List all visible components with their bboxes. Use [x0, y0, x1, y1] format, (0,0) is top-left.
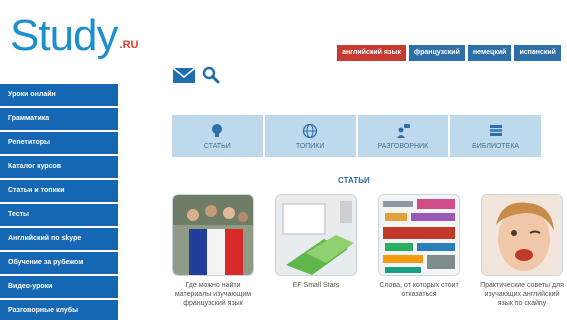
page: Study .RU английский язык французский не…: [0, 0, 567, 320]
article-card[interactable]: EF Small Stars: [275, 194, 357, 308]
sidebar-item-video-lessons[interactable]: Видео-уроки: [0, 276, 118, 298]
sidebar-item-study-abroad[interactable]: Обучение за рубежом: [0, 252, 118, 274]
logo-text: Study: [10, 11, 119, 60]
category-label: СТАТЬИ: [203, 142, 231, 150]
lang-tab-german[interactable]: немецкий: [467, 45, 512, 61]
logo-suffix: .RU: [119, 39, 139, 51]
article-card[interactable]: Слова, от которых стоит отказаться: [378, 194, 460, 308]
sidebar-item-english-skype[interactable]: Английский по skype: [0, 228, 118, 250]
sidebar-nav: Уроки онлайн Грамматика Репетиторы Катал…: [0, 84, 118, 320]
category-phrasebook[interactable]: РАЗГОВОРНИК: [357, 115, 449, 157]
header-icons: [172, 66, 220, 84]
lang-tab-spanish[interactable]: испанский: [514, 45, 561, 61]
category-label: РАЗГОВОРНИК: [377, 142, 429, 150]
search-icon[interactable]: [202, 66, 220, 84]
category-label: ТОПИКИ: [295, 142, 325, 150]
sidebar-item-tutors[interactable]: Репетиторы: [0, 132, 118, 154]
sidebar-item-course-catalog[interactable]: Каталог курсов: [0, 156, 118, 178]
article-title: Где можно найти материалы изучающим фран…: [174, 282, 252, 307]
article-card[interactable]: Практические советы для изучающих англий…: [480, 194, 564, 308]
article-title: Слова, от которых стоит отказаться: [379, 282, 459, 298]
article-title: EF Small Stars: [292, 282, 340, 289]
books-icon: [488, 123, 504, 139]
sidebar-item-grammar[interactable]: Грамматика: [0, 108, 118, 130]
category-library[interactable]: БИБЛИОТЕКА: [450, 115, 541, 157]
site-logo[interactable]: Study .RU: [10, 14, 138, 58]
article-list: Где можно найти материалы изучающим фран…: [172, 194, 564, 308]
language-tabs: английский язык французский немецкий исп…: [337, 45, 561, 61]
sidebar-item-speaking-clubs[interactable]: Разговорные клубы: [0, 300, 118, 320]
article-card[interactable]: Где можно найти материалы изучающим фран…: [172, 194, 254, 308]
article-thumbnail-word-cloud[interactable]: [378, 194, 460, 276]
sidebar-item-articles-topics[interactable]: Статьи и топики: [0, 180, 118, 202]
speech-person-icon: [395, 123, 411, 139]
envelope-icon[interactable]: [172, 66, 196, 84]
category-topics[interactable]: ТОПИКИ: [264, 115, 356, 157]
lang-tab-english[interactable]: английский язык: [337, 45, 406, 61]
category-articles[interactable]: СТАТЬИ: [172, 115, 263, 157]
category-bar: СТАТЬИ ТОПИКИ РАЗГОВОРНИК БИБЛИОТЕКА: [172, 115, 541, 157]
section-title: СТАТЬИ: [338, 176, 370, 185]
article-thumbnail-ef-small-stars[interactable]: [275, 194, 357, 276]
globe-icon: [302, 123, 318, 139]
lang-tab-french[interactable]: французский: [408, 45, 465, 61]
article-thumbnail-french[interactable]: [172, 194, 254, 276]
lightbulb-icon: [209, 123, 225, 139]
article-thumbnail-skype-tips[interactable]: [481, 194, 563, 276]
sidebar-item-lessons-online[interactable]: Уроки онлайн: [0, 84, 118, 106]
category-label: БИБЛИОТЕКА: [472, 142, 520, 150]
article-title: Практические советы для изучающих англий…: [480, 282, 564, 307]
sidebar-item-tests[interactable]: Тесты: [0, 204, 118, 226]
